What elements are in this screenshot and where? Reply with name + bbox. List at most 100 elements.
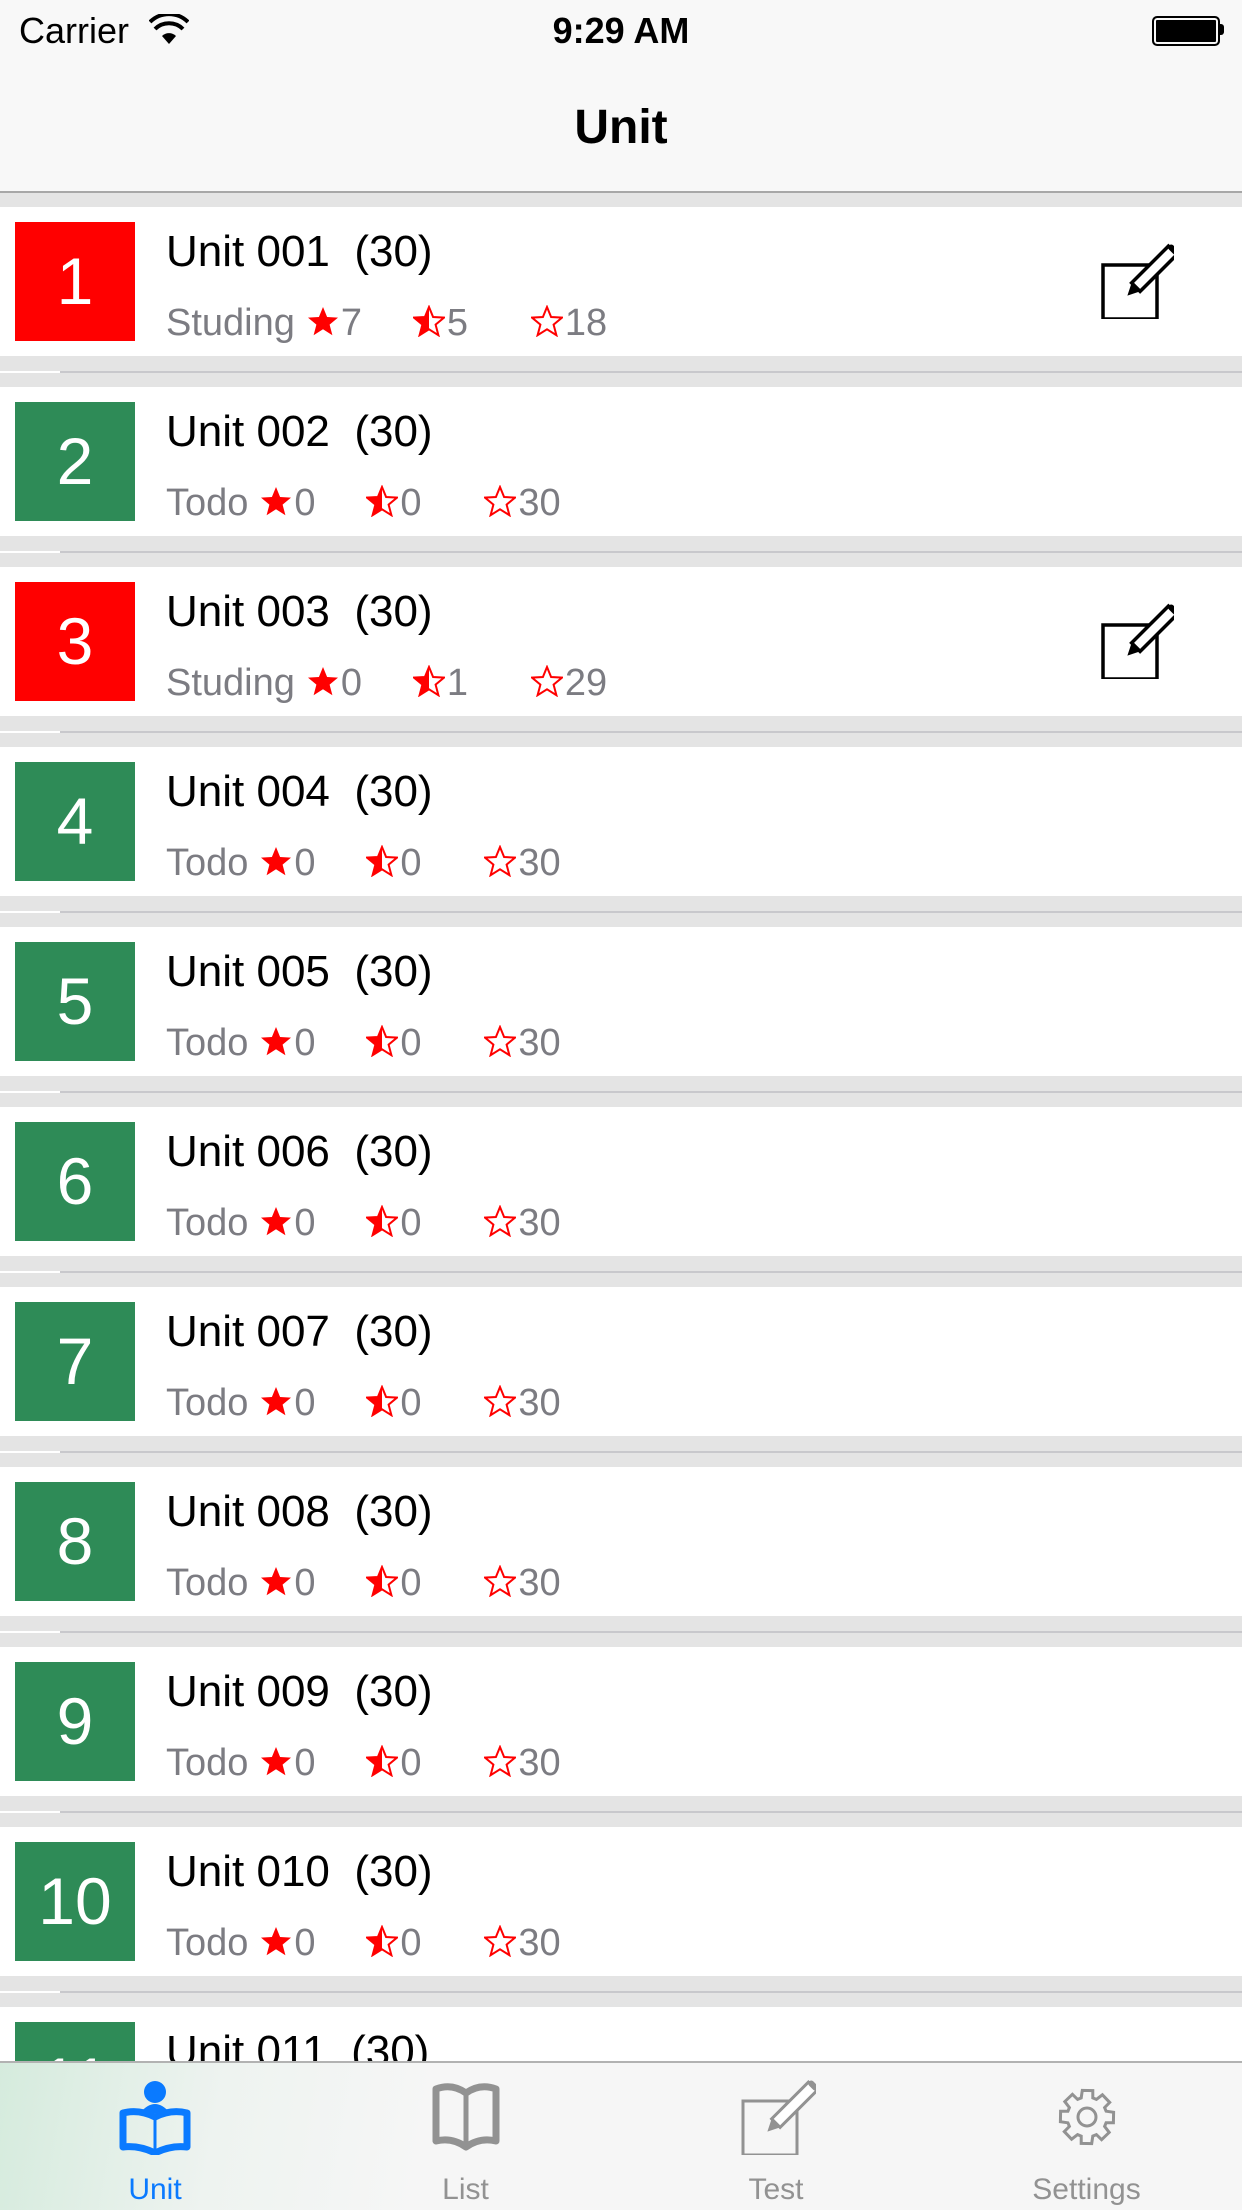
unit-row[interactable]: 1 Unit 001 (30) Studing 7 5 18 (0, 207, 1242, 356)
unit-status: Todo (166, 1022, 249, 1064)
star-full-icon (260, 845, 294, 884)
star-half-icon (364, 1384, 400, 1424)
tab-unit[interactable]: Unit (0, 2063, 310, 2210)
star-empty-icon (482, 1204, 518, 1244)
star-empty-icon (482, 484, 518, 524)
learning-value: 0 (400, 1382, 422, 1424)
learning-count: 0 (364, 1742, 484, 1785)
unit-row[interactable]: 8 Unit 008 (30) Todo 0 0 30 (0, 1467, 1242, 1616)
mastered-count: 0 (260, 1922, 366, 1965)
edit-icon[interactable] (1098, 603, 1180, 681)
star-half-icon (411, 304, 447, 344)
unit-title: Unit 010 (30) (166, 1847, 433, 1896)
mastered-value: 0 (294, 482, 316, 524)
row-separator (0, 1631, 1242, 1633)
unit-number-badge: 1 (15, 222, 135, 341)
row-separator (0, 1991, 1242, 1993)
unit-status: Todo (166, 482, 249, 524)
star-half-icon (364, 844, 400, 884)
unit-stats: Todo 0 0 30 (166, 1202, 561, 1245)
star-half-icon (364, 484, 400, 524)
learning-count: 0 (364, 1922, 484, 1965)
unit-number-badge: 6 (15, 1122, 135, 1241)
tab-list[interactable]: List (311, 2063, 621, 2210)
unit-number-badge: 2 (15, 402, 135, 521)
unit-title: Unit 001 (30) (166, 227, 433, 276)
unit-status: Todo (166, 842, 249, 884)
edit-icon[interactable] (1098, 243, 1180, 321)
tab-label: Test (748, 2173, 804, 2206)
learning-count: 0 (364, 842, 484, 885)
star-half-icon (364, 1564, 400, 1604)
learning-value: 0 (400, 482, 422, 524)
unit-stats: Studing 7 5 18 (166, 302, 607, 345)
unit-row[interactable]: 7 Unit 007 (30) Todo 0 0 30 (0, 1287, 1242, 1436)
star-half-icon (364, 1024, 400, 1064)
gear-icon (1047, 2079, 1127, 2155)
unlearned-count: 30 (482, 1202, 561, 1245)
unit-status: Todo (166, 1202, 249, 1244)
learning-value: 0 (400, 1022, 422, 1064)
unit-row[interactable]: 2 Unit 002 (30) Todo 0 0 30 (0, 387, 1242, 536)
mastered-count: 0 (260, 842, 366, 885)
mastered-value: 0 (294, 1742, 316, 1784)
tab-settings[interactable]: Settings (932, 2063, 1242, 2210)
unit-list[interactable]: 1 Unit 001 (30) Studing 7 5 18 2 Unit 002 (30) T… (0, 193, 1242, 2062)
unit-number-badge: 3 (15, 582, 135, 701)
unit-stats: Studing 0 1 29 (166, 662, 607, 705)
unit-stats: Todo 0 0 30 (166, 1022, 561, 1065)
unit-title: Unit 002 (30) (166, 407, 433, 456)
star-empty-icon (482, 1564, 518, 1604)
star-full-icon (260, 1205, 294, 1244)
unit-number-badge: 4 (15, 762, 135, 881)
unit-row[interactable]: 10 Unit 010 (30) Todo 0 0 30 (0, 1827, 1242, 1976)
open-book-icon (426, 2079, 506, 2155)
star-empty-icon (482, 1744, 518, 1784)
unit-title: Unit 005 (30) (166, 947, 433, 996)
unlearned-value: 30 (518, 842, 561, 884)
unit-row[interactable]: 6 Unit 006 (30) Todo 0 0 30 (0, 1107, 1242, 1256)
learning-value: 0 (400, 1922, 422, 1964)
mastered-count: 0 (260, 1202, 366, 1245)
unit-status: Todo (166, 1562, 249, 1604)
star-full-icon (260, 485, 294, 524)
row-separator (0, 551, 1242, 553)
unlearned-value: 30 (518, 1022, 561, 1064)
tab-test[interactable]: Test (621, 2063, 931, 2210)
unlearned-count: 29 (529, 662, 607, 705)
star-empty-icon (482, 1924, 518, 1964)
star-empty-icon (482, 1024, 518, 1064)
unit-number-badge: 5 (15, 942, 135, 1061)
learning-count: 0 (364, 1562, 484, 1605)
unlearned-count: 30 (482, 1022, 561, 1065)
row-separator (0, 1091, 1242, 1093)
unit-row[interactable]: 9 Unit 009 (30) Todo 0 0 30 (0, 1647, 1242, 1796)
row-separator (0, 371, 1242, 373)
star-full-icon (307, 665, 341, 704)
learning-count: 0 (364, 1202, 484, 1245)
unlearned-value: 30 (518, 1562, 561, 1604)
unit-row[interactable]: 3 Unit 003 (30) Studing 0 1 29 (0, 567, 1242, 716)
row-separator (0, 731, 1242, 733)
unit-row[interactable]: 4 Unit 004 (30) Todo 0 0 30 (0, 747, 1242, 896)
mastered-value: 7 (340, 302, 363, 344)
learning-value: 0 (400, 1562, 422, 1604)
tab-label: Settings (1032, 2173, 1141, 2206)
mastered-value: 0 (294, 1382, 316, 1424)
learning-count: 0 (364, 1022, 484, 1065)
star-full-icon (260, 1385, 294, 1424)
star-full-icon (260, 1925, 294, 1964)
reader-book-icon (115, 2079, 195, 2157)
unlearned-value: 30 (518, 482, 561, 524)
mastered-value: 0 (294, 1022, 316, 1064)
star-full-icon (260, 1745, 294, 1784)
unit-stats: Todo 0 0 30 (166, 1922, 561, 1965)
status-time: 9:29 AM (552, 10, 690, 51)
unit-number-badge: 8 (15, 1482, 135, 1601)
tab-bar: Unit List Test Settings (0, 2061, 1242, 2210)
unit-number-badge: 7 (15, 1302, 135, 1421)
tab-label: Unit (128, 2173, 182, 2206)
unit-row[interactable]: 11 Unit 011 (30) (0, 2007, 1242, 2062)
unit-row[interactable]: 5 Unit 005 (30) Todo 0 0 30 (0, 927, 1242, 1076)
navigation-bar: Unit (0, 60, 1242, 193)
